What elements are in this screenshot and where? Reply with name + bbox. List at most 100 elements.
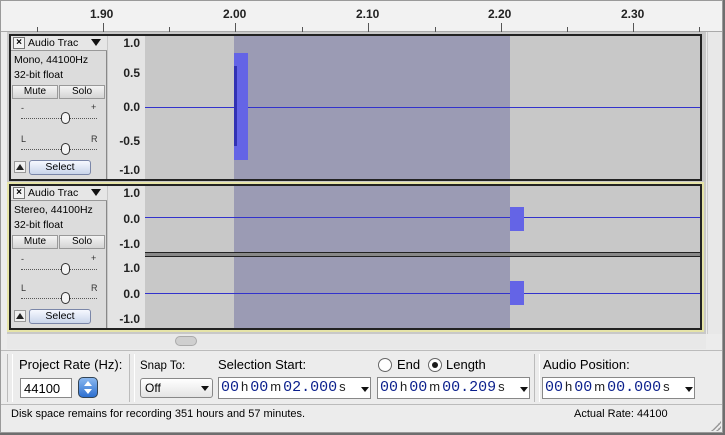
ruler-tick-label: 2.20 (488, 7, 512, 21)
unit-hours: h (565, 379, 573, 394)
amplitude-label: 1.0 (123, 186, 140, 200)
status-message: Disk space remains for recording 351 hou… (11, 408, 306, 420)
amplitude-label: 0.0 (123, 287, 140, 301)
snap-to-dropdown[interactable]: Off (140, 378, 213, 398)
time-seconds: 00.000 (607, 379, 662, 396)
time-hours: 00 (380, 379, 399, 396)
pan-slider[interactable] (21, 143, 97, 155)
waveform-zero-line-right (145, 293, 700, 294)
gain-slider-thumb[interactable] (61, 263, 70, 275)
resize-grip[interactable] (711, 421, 721, 431)
amplitude-label: -1.0 (119, 237, 140, 251)
gain-slider[interactable] (21, 112, 97, 124)
selection-toolbar: Project Rate (Hz): Snap To: Off Selectio… (1, 350, 722, 404)
ruler-tick-label: 2.30 (621, 7, 645, 21)
amplitude-label: 1.0 (123, 261, 140, 275)
ruler-tick-label: 2.10 (356, 7, 380, 21)
waveform-burst-left (510, 207, 524, 231)
waveform-mono[interactable] (145, 36, 700, 179)
length-radio[interactable] (428, 358, 442, 372)
selection-region[interactable] (234, 186, 510, 328)
pan-slider[interactable] (21, 292, 97, 304)
select-track-button[interactable]: Select (29, 309, 91, 324)
close-icon[interactable]: × (13, 187, 25, 199)
unit-seconds: s (663, 379, 670, 394)
gain-slider[interactable] (21, 263, 97, 275)
waveform-zero-line-left (145, 217, 700, 218)
gain-max-label: + (91, 102, 97, 112)
collapse-track-button[interactable] (14, 310, 26, 322)
track-title-bar: × Audio Trac (11, 36, 107, 51)
amplitude-label: -1.0 (119, 312, 140, 326)
audio-position-field[interactable]: 00 h 00 m 00.000 s (542, 377, 695, 399)
chevron-down-icon[interactable] (361, 387, 369, 392)
project-rate-input[interactable] (20, 378, 72, 398)
horizontal-scroll-thumb[interactable] (175, 336, 197, 346)
end-label[interactable]: End (397, 357, 420, 372)
ruler-tick-label: 2.00 (223, 7, 247, 21)
track-sample-format: 32-bit float (14, 219, 64, 231)
snap-to-value: Off (145, 381, 161, 395)
actual-rate: Actual Rate: 44100 (574, 408, 668, 420)
length-label[interactable]: Length (446, 357, 486, 372)
time-minutes: 00 (574, 379, 593, 396)
time-seconds: 00.209 (442, 379, 497, 396)
chevron-down-icon[interactable] (685, 387, 693, 392)
chevron-down-icon (201, 386, 209, 391)
close-icon[interactable]: × (13, 37, 25, 49)
solo-button[interactable]: Solo (59, 85, 105, 99)
pan-slider-thumb[interactable] (61, 143, 70, 155)
gain-slider-thumb[interactable] (61, 112, 70, 124)
waveform-burst-core (234, 66, 237, 146)
track-format-info: Stereo, 44100Hz (14, 204, 93, 216)
audio-position-label: Audio Position: (543, 357, 630, 372)
time-seconds: 02.000 (283, 379, 338, 396)
track-format-info: Mono, 44100Hz (14, 54, 89, 66)
track-control-panel: × Audio Trac Mono, 44100Hz 32-bit float … (11, 36, 107, 179)
mute-button[interactable]: Mute (12, 85, 58, 99)
channel-separator (145, 252, 700, 257)
gain-max-label: + (91, 253, 97, 263)
chevron-down-icon[interactable] (520, 387, 528, 392)
chevron-down-icon[interactable] (91, 39, 101, 46)
project-rate-stepper[interactable] (78, 377, 98, 398)
status-bar: Disk space remains for recording 351 hou… (1, 404, 722, 432)
time-hours: 00 (545, 379, 564, 396)
snap-to-label: Snap To: (140, 360, 186, 372)
vertical-scrollbar[interactable] (707, 32, 722, 334)
audacity-window: 1.90 2.00 2.10 2.20 2.30 × Audio Trac Mo… (0, 0, 723, 433)
project-rate-label: Project Rate (Hz): (19, 357, 123, 372)
time-hours: 00 (221, 379, 240, 396)
collapse-track-button[interactable] (14, 161, 26, 173)
toolbar-grip[interactable] (7, 354, 13, 402)
ruler-tick-label: 1.90 (90, 7, 114, 21)
track-sample-format: 32-bit float (14, 69, 64, 81)
track-name-button[interactable]: Audio Trac (28, 187, 86, 200)
end-radio[interactable] (378, 358, 392, 372)
track-stereo: × Audio Trac Stereo, 44100Hz 32-bit floa… (9, 184, 702, 330)
mute-button[interactable]: Mute (12, 235, 58, 249)
unit-hours: h (241, 379, 249, 394)
amplitude-label: 0.5 (123, 66, 140, 80)
pan-slider-thumb[interactable] (61, 292, 70, 304)
selection-length-field[interactable]: 00 h 00 m 00.209 s (377, 377, 530, 399)
track-control-panel: × Audio Trac Stereo, 44100Hz 32-bit floa… (11, 186, 107, 328)
solo-button[interactable]: Solo (59, 235, 105, 249)
track-mono: × Audio Trac Mono, 44100Hz 32-bit float … (9, 34, 702, 181)
unit-hours: h (400, 379, 408, 394)
timeline-ruler[interactable]: 1.90 2.00 2.10 2.20 2.30 (1, 1, 722, 32)
waveform-stereo[interactable] (145, 186, 700, 328)
unit-seconds: s (339, 379, 346, 394)
selection-start-label: Selection Start: (218, 357, 307, 372)
horizontal-scrollbar[interactable] (7, 334, 706, 349)
toolbar-divider (129, 354, 135, 402)
track-name-button[interactable]: Audio Trac (28, 37, 86, 50)
amplitude-label: 0.0 (123, 100, 140, 114)
select-track-button[interactable]: Select (29, 160, 91, 175)
unit-minutes: m (594, 379, 606, 394)
waveform-burst-right (510, 281, 524, 305)
time-minutes: 00 (409, 379, 428, 396)
unit-minutes: m (429, 379, 441, 394)
chevron-down-icon[interactable] (91, 189, 101, 196)
selection-start-field[interactable]: 00 h 00 m 02.000 s (218, 377, 371, 399)
